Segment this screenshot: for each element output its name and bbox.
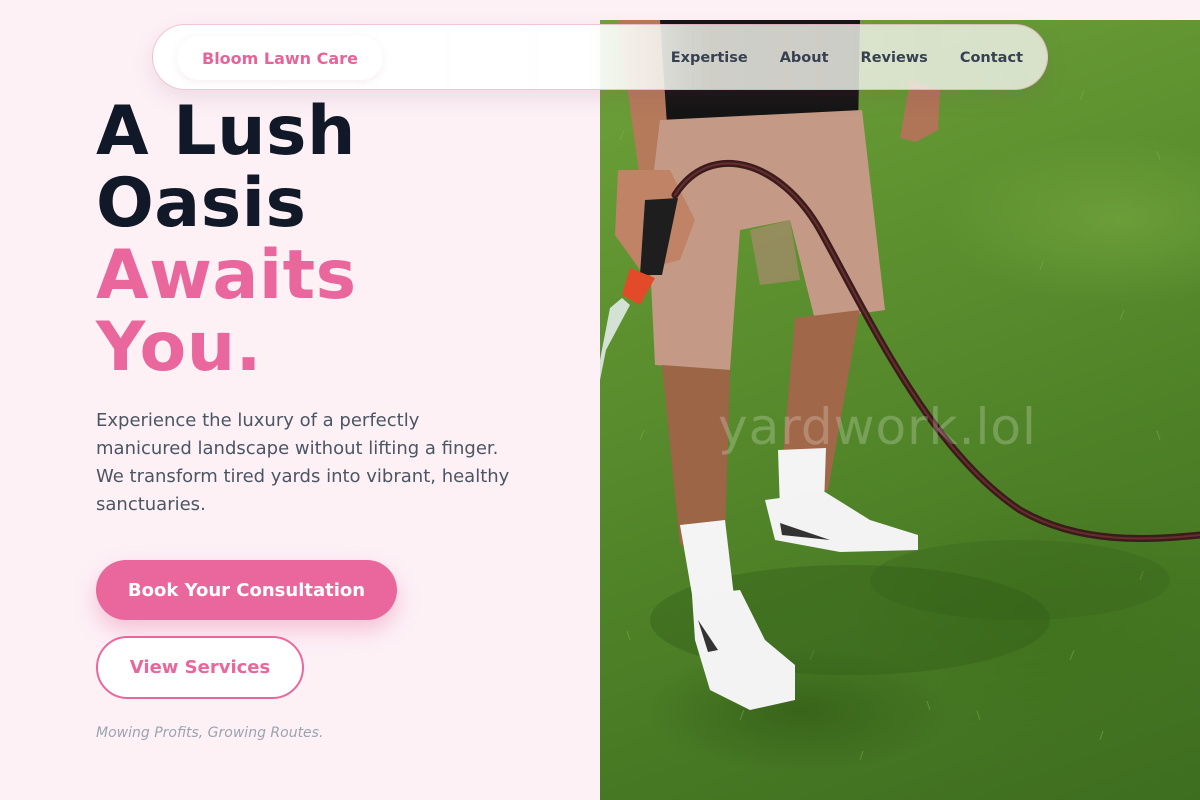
headline-line-4: You. — [96, 308, 262, 387]
hero-description: Experience the luxury of a perfectly man… — [96, 410, 510, 515]
brand-logo-link[interactable]: Bloom Lawn Care — [177, 36, 383, 80]
nav-links: Expertise About Reviews Contact — [671, 25, 1023, 91]
nav-link-about[interactable]: About — [780, 50, 829, 66]
hero-photo: yardwork.lol — [600, 20, 1200, 800]
book-consultation-button[interactable]: Book Your Consultation — [96, 560, 397, 620]
landing-page: yardwork.lol Bloom Lawn Care Expertise A… — [0, 0, 1200, 800]
nav-link-contact[interactable]: Contact — [960, 50, 1023, 66]
nav-link-reviews[interactable]: Reviews — [861, 50, 928, 66]
headline-line-2: Oasis — [96, 164, 307, 243]
hero-headline: A Lush Oasis Awaits You. — [96, 96, 576, 384]
watermark-text: yardwork.lol — [718, 398, 1037, 456]
headline-line-1: A Lush — [96, 92, 356, 171]
nav-link-expertise[interactable]: Expertise — [671, 50, 748, 66]
headline-line-3: Awaits — [96, 236, 357, 315]
view-services-button[interactable]: View Services — [96, 636, 304, 699]
hero-tagline: Mowing Profits, Growing Routes. — [96, 725, 324, 741]
top-nav: Bloom Lawn Care Expertise About Reviews … — [152, 24, 1048, 90]
